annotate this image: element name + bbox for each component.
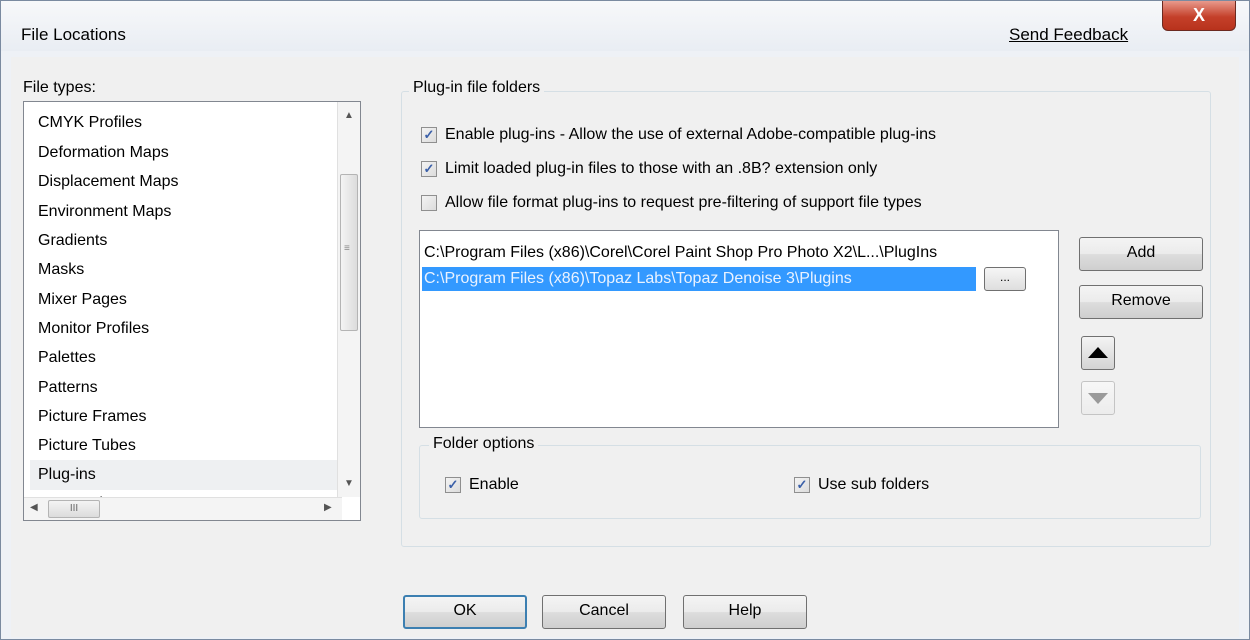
list-item[interactable]: Patterns — [38, 373, 338, 403]
scroll-left-arrow-icon[interactable]: ◀ — [30, 502, 38, 513]
move-up-button[interactable] — [1081, 336, 1115, 370]
list-item[interactable]: Monitor Profiles — [38, 314, 338, 344]
list-item[interactable]: Deformation Maps — [38, 138, 338, 168]
plugin-paths-list[interactable]: C:\Program Files (x86)\Corel\Corel Paint… — [419, 230, 1059, 428]
close-button[interactable]: X — [1162, 1, 1236, 31]
horizontal-scrollbar[interactable]: ◀ III ▶ — [24, 497, 342, 520]
file-types-list[interactable]: CMYK Profiles Deformation Maps Displacem… — [23, 101, 361, 521]
list-item[interactable]: Picture Frames — [38, 402, 338, 432]
dialog-title: File Locations — [21, 25, 126, 44]
add-button[interactable]: Add — [1079, 237, 1203, 271]
prefilter-checkbox[interactable]: ✓ — [421, 195, 437, 211]
use-subfolders-label: Use sub folders — [818, 476, 930, 493]
remove-button[interactable]: Remove — [1079, 285, 1203, 319]
title-bar: File Locations Send Feedback X — [1, 1, 1249, 51]
limit-8b-label: Limit loaded plug-in files to those with… — [445, 160, 878, 177]
move-down-button[interactable] — [1081, 381, 1115, 415]
enable-plugins-label: Enable plug-ins - Allow the use of exter… — [445, 126, 936, 143]
plugin-folders-group-title: Plug-in file folders — [409, 79, 545, 97]
list-item[interactable]: Environment Maps — [38, 197, 338, 227]
file-types-label: File types: — [23, 79, 96, 96]
help-button[interactable]: Help — [683, 595, 807, 629]
list-item[interactable]: Picture Tubes — [38, 431, 338, 461]
limit-8b-checkbox[interactable]: ✓ — [421, 161, 437, 177]
list-item[interactable]: Masks — [38, 255, 338, 285]
ok-button[interactable]: OK — [403, 595, 527, 629]
folder-enable-label: Enable — [469, 476, 519, 493]
prefilter-label: Allow file format plug-ins to request pr… — [445, 194, 922, 211]
file-locations-dialog: File Locations Send Feedback X File type… — [0, 0, 1250, 640]
dialog-body: File types: CMYK Profiles Deformation Ma… — [11, 57, 1239, 637]
vertical-scroll-thumb[interactable]: ≡ — [340, 174, 358, 331]
scroll-right-arrow-icon[interactable]: ▶ — [324, 502, 332, 513]
use-subfolders-checkbox[interactable]: ✓ — [794, 477, 810, 493]
list-item[interactable]: CMYK Profiles — [38, 108, 338, 138]
folder-options-group-title: Folder options — [429, 435, 539, 453]
send-feedback-link[interactable]: Send Feedback — [1009, 25, 1128, 45]
path-item-selected[interactable]: C:\Program Files (x86)\Topaz Labs\Topaz … — [422, 267, 976, 291]
horizontal-scroll-thumb[interactable]: III — [48, 500, 100, 518]
triangle-up-icon — [1088, 347, 1108, 358]
enable-plugins-checkbox[interactable]: ✓ — [421, 127, 437, 143]
list-item[interactable]: Gradients — [38, 226, 338, 256]
path-item[interactable]: C:\Program Files (x86)\Corel\Corel Paint… — [424, 241, 937, 265]
cancel-button[interactable]: Cancel — [542, 595, 666, 629]
list-item[interactable]: Palettes — [38, 343, 338, 373]
grip-icon: ≡ — [344, 243, 350, 254]
triangle-down-icon — [1088, 393, 1108, 404]
folder-enable-checkbox[interactable]: ✓ — [445, 477, 461, 493]
list-item[interactable]: Displacement Maps — [38, 167, 338, 197]
browse-button[interactable]: ... — [984, 267, 1026, 291]
scroll-down-arrow-icon[interactable]: ▼ — [344, 478, 354, 489]
list-item[interactable]: Mixer Pages — [38, 285, 338, 315]
vertical-scrollbar[interactable]: ▲ ≡ ▼ — [337, 102, 360, 497]
folder-options-group — [419, 445, 1201, 519]
scroll-up-arrow-icon[interactable]: ▲ — [344, 110, 354, 121]
list-item-selected[interactable]: Plug-ins — [30, 460, 338, 490]
